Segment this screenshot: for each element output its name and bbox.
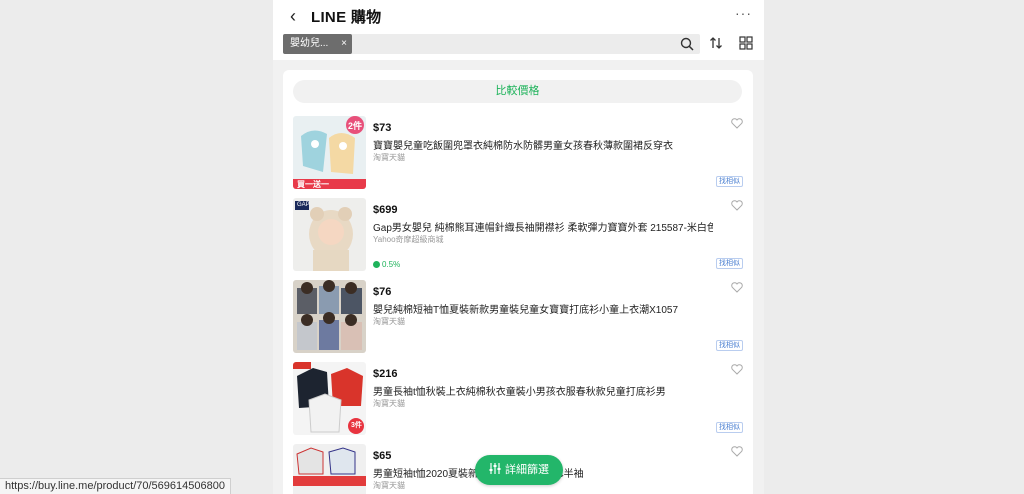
- app-frame: ‹ LINE 購物 ··· 嬰幼兒... × 比較價格 2件 買一送一 $73 …: [273, 0, 764, 494]
- more-options-icon[interactable]: ···: [735, 5, 752, 21]
- product-item[interactable]: GAP $699 Gap男女嬰兒 純棉熊耳連帽針織長袖開襟衫 柔軟彈力寶寶外套 …: [293, 198, 743, 271]
- product-store: Yahoo奇摩超級商城: [373, 235, 444, 244]
- status-url: https://buy.line.me/product/70/569614506…: [0, 478, 231, 494]
- find-similar-badge[interactable]: 找相似: [716, 340, 743, 351]
- thumb-tag: 2件: [348, 121, 363, 131]
- search-icon[interactable]: [680, 37, 694, 51]
- heart-icon[interactable]: [731, 200, 743, 211]
- product-name[interactable]: 嬰兒純棉短袖T恤夏裝新款男童裝兒童女寶寶打底衫小童上衣潮X1057: [373, 301, 713, 316]
- thumb-banner: 買一送一: [297, 180, 329, 189]
- page-title: LINE 購物: [311, 9, 382, 26]
- search-filter-chip[interactable]: 嬰幼兒... ×: [283, 34, 352, 54]
- product-list-card: 比較價格 2件 買一送一 $73 寶寶嬰兒童吃飯圍兜罩衣純棉防水防髒男童女孩春秋…: [283, 70, 753, 494]
- heart-icon[interactable]: [731, 446, 743, 457]
- chip-label: 嬰幼兒...: [290, 38, 329, 49]
- product-thumbnail: 3件: [293, 362, 366, 435]
- sort-icon[interactable]: [709, 36, 723, 50]
- cashback-rate: 0.5%: [373, 260, 400, 269]
- product-name[interactable]: 男童長袖t恤秋裝上衣純棉秋衣童裝小男孩衣服春秋款兒童打底衫男: [373, 383, 713, 398]
- product-price: $73: [373, 122, 392, 134]
- cashback-icon: [373, 261, 380, 268]
- compare-prices-button[interactable]: 比較價格: [293, 80, 742, 103]
- filter-icon: [489, 463, 501, 474]
- heart-icon[interactable]: [731, 118, 743, 129]
- product-thumbnail: [293, 280, 366, 353]
- search-row: 嬰幼兒... ×: [273, 32, 764, 60]
- product-store: 淘寶天貓: [373, 481, 405, 490]
- product-thumbnail: 2件 買一送一: [293, 116, 366, 189]
- filter-label: 詳細篩選: [505, 464, 549, 476]
- grid-view-icon[interactable]: [739, 36, 753, 50]
- heart-icon[interactable]: [731, 364, 743, 375]
- back-icon[interactable]: ‹: [283, 6, 303, 26]
- thumb-tag: 3件: [351, 422, 362, 429]
- thumb-tag: GAP: [297, 202, 310, 208]
- product-price: $216: [373, 368, 398, 380]
- product-price: $65: [373, 450, 392, 462]
- product-item[interactable]: $76 嬰兒純棉短袖T恤夏裝新款男童裝兒童女寶寶打底衫小童上衣潮X1057 淘寶…: [293, 280, 743, 353]
- find-similar-badge[interactable]: 找相似: [716, 258, 743, 269]
- chip-close-icon[interactable]: ×: [341, 34, 347, 54]
- product-store: 淘寶天貓: [373, 399, 405, 408]
- heart-icon[interactable]: [731, 282, 743, 293]
- product-name[interactable]: Gap男女嬰兒 純棉熊耳連帽針織長袖開襟衫 柔軟彈力寶寶外套 215587-米白…: [373, 219, 713, 234]
- top-bar: ‹ LINE 購物 ···: [273, 0, 764, 32]
- product-store: 淘寶天貓: [373, 153, 405, 162]
- product-item[interactable]: 2件 買一送一 $73 寶寶嬰兒童吃飯圍兜罩衣純棉防水防髒男童女孩春秋薄款圍裙反…: [293, 116, 743, 189]
- product-name[interactable]: 寶寶嬰兒童吃飯圍兜罩衣純棉防水防髒男童女孩春秋薄款圍裙反穿衣: [373, 137, 713, 152]
- search-input[interactable]: 嬰幼兒... ×: [283, 34, 700, 54]
- cashback-value: 0.5%: [382, 260, 401, 269]
- product-item[interactable]: 3件 $216 男童長袖t恤秋裝上衣純棉秋衣童裝小男孩衣服春秋款兒童打底衫男 淘…: [293, 362, 743, 435]
- product-thumbnail: GAP: [293, 198, 366, 271]
- detailed-filter-button[interactable]: 詳細篩選: [475, 455, 563, 485]
- find-similar-badge[interactable]: 找相似: [716, 176, 743, 187]
- product-thumbnail: [293, 444, 366, 494]
- find-similar-badge[interactable]: 找相似: [716, 422, 743, 433]
- product-price: $699: [373, 204, 398, 216]
- product-store: 淘寶天貓: [373, 317, 405, 326]
- product-price: $76: [373, 286, 392, 298]
